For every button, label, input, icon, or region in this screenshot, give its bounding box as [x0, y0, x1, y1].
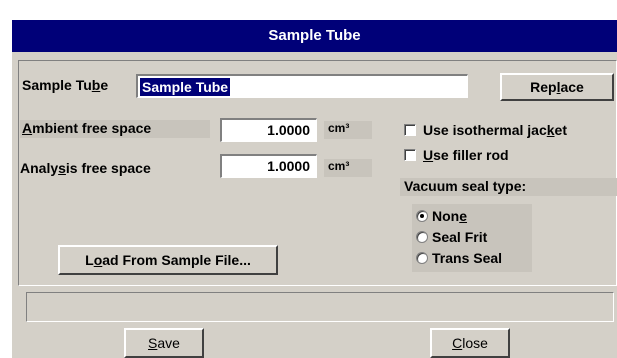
- ambient-free-space-input[interactable]: 1.0000: [220, 118, 317, 142]
- radio-icon: [416, 231, 428, 243]
- status-bar: [26, 292, 614, 322]
- close-button[interactable]: Close: [430, 328, 510, 358]
- vacuum-seal-type-label: Vacuum seal type:: [400, 178, 617, 196]
- save-button[interactable]: Save: [124, 328, 204, 358]
- replace-button[interactable]: Replace: [500, 73, 614, 101]
- analysis-free-space-label: Analysis free space: [20, 160, 151, 176]
- checkbox-icon: [404, 124, 416, 136]
- ambient-free-space-label: Ambient free space: [20, 120, 210, 138]
- vacuum-seal-options: None Seal Frit Trans Seal: [412, 204, 532, 272]
- analysis-unit: cm³: [324, 159, 372, 177]
- checkbox-icon: [404, 149, 416, 161]
- window-title: Sample Tube: [12, 20, 617, 52]
- radio-seal-frit-label: Seal Frit: [432, 229, 488, 245]
- sample-tube-input[interactable]: Sample Tube: [136, 74, 468, 98]
- isothermal-jacket-label: Use isothermal jacket: [423, 122, 567, 138]
- radio-trans-seal-label: Trans Seal: [432, 250, 503, 266]
- radio-none-label: None: [432, 208, 468, 224]
- analysis-free-space-input[interactable]: 1.0000: [220, 154, 317, 178]
- sample-tube-label: Sample Tube: [22, 77, 109, 93]
- sample-tube-value: Sample Tube: [140, 78, 231, 96]
- ambient-unit: cm³: [324, 121, 372, 139]
- load-from-sample-file-button[interactable]: Load From Sample File...: [58, 245, 278, 275]
- sample-tube-dialog: Sample Tube Sample Tube Sample Tube Repl…: [12, 20, 617, 358]
- filler-rod-label: Use filler rod: [423, 147, 509, 163]
- radio-icon: [416, 252, 428, 264]
- radio-selected-icon: [416, 210, 428, 222]
